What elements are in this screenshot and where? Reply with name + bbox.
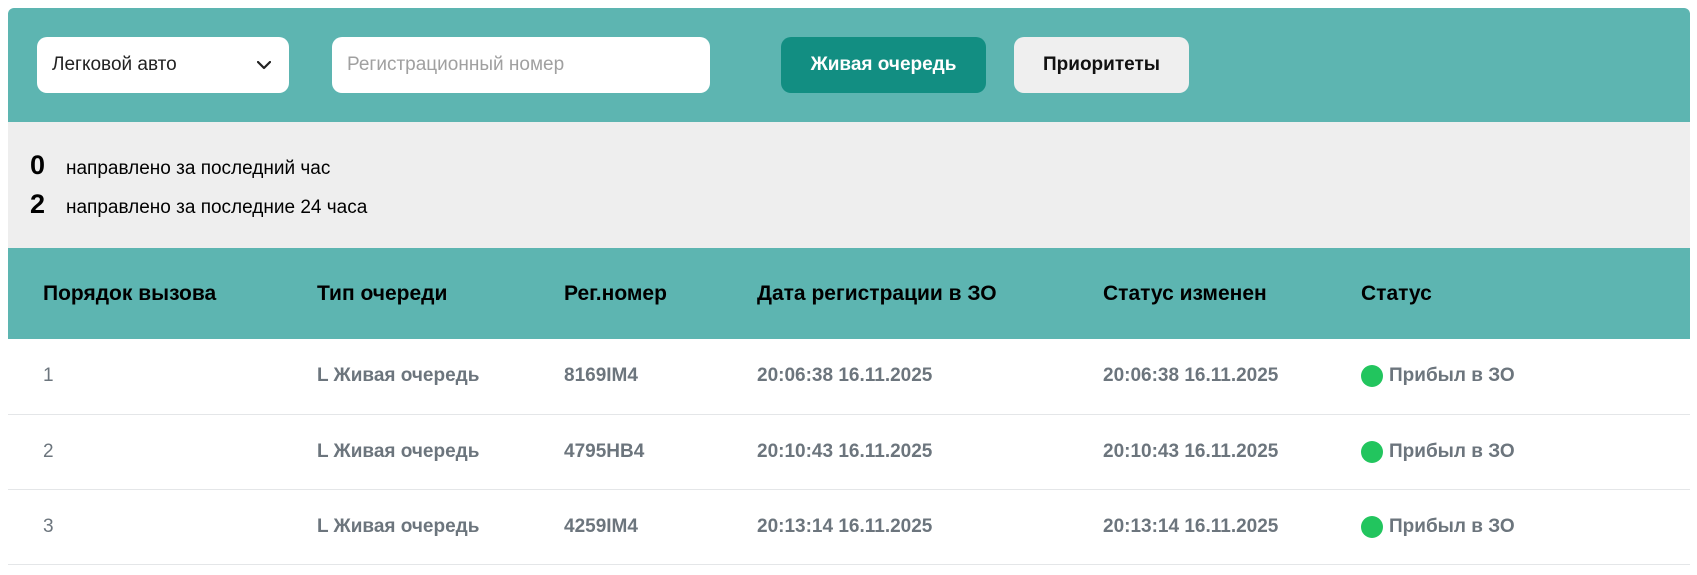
table-row[interactable]: 1 L Живая очередь 8169IM4 20:06:38 16.11…: [8, 339, 1690, 414]
cell-order: 2: [43, 440, 54, 462]
stats-panel: 0 направлено за последний час 2 направле…: [8, 122, 1690, 248]
status-dot-icon: [1361, 515, 1383, 538]
status-dot-icon: [1361, 365, 1383, 388]
cell-order: 1: [43, 365, 54, 387]
table-header-row: Порядок вызова Тип очереди Рег.номер Дат…: [8, 248, 1690, 339]
cell-reg-number: 4795HB4: [564, 440, 645, 462]
cell-registered: 20:06:38 16.11.2025: [757, 365, 933, 387]
toolbar: Легковой авто Живая очередь Приоритеты: [8, 8, 1690, 122]
stat-count: 0: [30, 150, 46, 180]
stat-last-24h: 2 направлено за последние 24 часа: [30, 189, 1690, 228]
status-dot-icon: [1361, 440, 1383, 463]
cell-reg-number: 4259IM4: [564, 515, 638, 537]
col-header-changed[interactable]: Статус изменен: [1068, 248, 1326, 339]
cell-status: Прибыл в ЗО: [1326, 414, 1690, 489]
cell-registered: 20:10:43 16.11.2025: [757, 440, 933, 462]
col-header-status[interactable]: Статус: [1326, 248, 1690, 339]
status-badge: Прибыл в ЗО: [1361, 365, 1690, 388]
status-label: Прибыл в ЗО: [1389, 515, 1515, 537]
cell-queue-type: L Живая очередь: [317, 440, 480, 462]
stat-last-hour: 0 направлено за последний час: [30, 150, 1690, 189]
col-header-registered[interactable]: Дата регистрации в ЗО: [722, 248, 1068, 339]
col-header-reg-number[interactable]: Рег.номер: [529, 248, 722, 339]
reg-number-search-input[interactable]: [332, 37, 710, 93]
cell-queue-type: L Живая очередь: [317, 365, 480, 387]
chevron-down-icon: [253, 54, 275, 76]
status-label: Прибыл в ЗО: [1389, 365, 1515, 387]
cell-status: Прибыл в ЗО: [1326, 489, 1690, 564]
cell-changed: 20:10:43 16.11.2025: [1103, 440, 1279, 462]
stat-count: 2: [30, 189, 46, 219]
status-badge: Прибыл в ЗО: [1361, 440, 1690, 463]
priorities-button[interactable]: Приоритеты: [1014, 37, 1189, 93]
cell-queue-type: L Живая очередь: [317, 515, 480, 537]
vehicle-type-value: Легковой авто: [52, 54, 177, 75]
table-row[interactable]: 3 L Живая очередь 4259IM4 20:13:14 16.11…: [8, 489, 1690, 564]
vehicle-type-select[interactable]: Легковой авто: [37, 37, 289, 93]
stat-label: направлено за последние 24 часа: [66, 197, 368, 218]
cell-status: Прибыл в ЗО: [1326, 339, 1690, 414]
queue-table: Порядок вызова Тип очереди Рег.номер Дат…: [8, 248, 1690, 565]
queue-page: Легковой авто Живая очередь Приоритеты 0…: [8, 8, 1690, 565]
cell-reg-number: 8169IM4: [564, 365, 638, 387]
live-queue-button[interactable]: Живая очередь: [781, 37, 986, 93]
cell-order: 3: [43, 515, 54, 537]
status-badge: Прибыл в ЗО: [1361, 515, 1690, 538]
stat-label: направлено за последний час: [66, 158, 331, 179]
status-label: Прибыл в ЗО: [1389, 440, 1515, 462]
col-header-order[interactable]: Порядок вызова: [8, 248, 282, 339]
table-row[interactable]: 2 L Живая очередь 4795HB4 20:10:43 16.11…: [8, 414, 1690, 489]
col-header-queue-type[interactable]: Тип очереди: [282, 248, 529, 339]
cell-changed: 20:13:14 16.11.2025: [1103, 515, 1279, 537]
cell-changed: 20:06:38 16.11.2025: [1103, 365, 1279, 387]
cell-registered: 20:13:14 16.11.2025: [757, 515, 933, 537]
